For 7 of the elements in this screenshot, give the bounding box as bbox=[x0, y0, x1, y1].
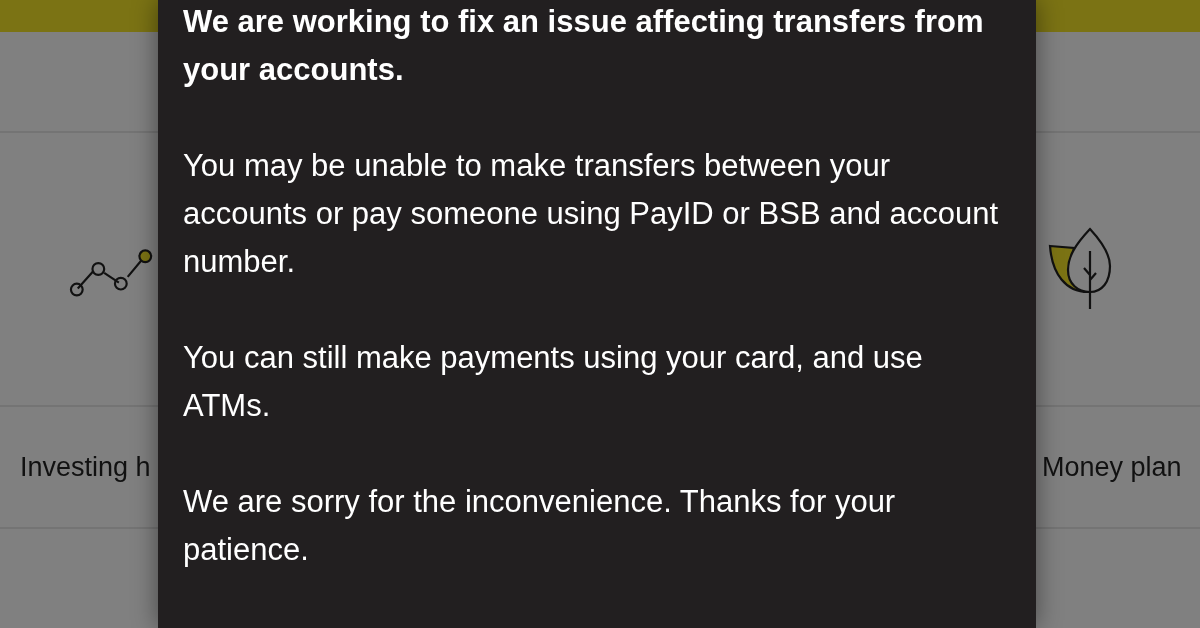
tile-label[interactable]: Money plan bbox=[1042, 451, 1182, 483]
leaf-icon bbox=[1048, 226, 1112, 312]
tile-label[interactable]: Investing h bbox=[20, 451, 151, 483]
alert-message: You can still make payments using your card, and use ATMs. bbox=[183, 339, 924, 425]
alert-heading: We are working to fix an issue affecting transfers from your accounts. bbox=[183, 3, 985, 89]
alert-message: You may be unable to make transfers between your accounts or pay someone using PayID or BSB and account number. bbox=[183, 147, 1000, 281]
alert-message: We are sorry for the inconvenience. Thanks for your patience. bbox=[183, 483, 897, 569]
